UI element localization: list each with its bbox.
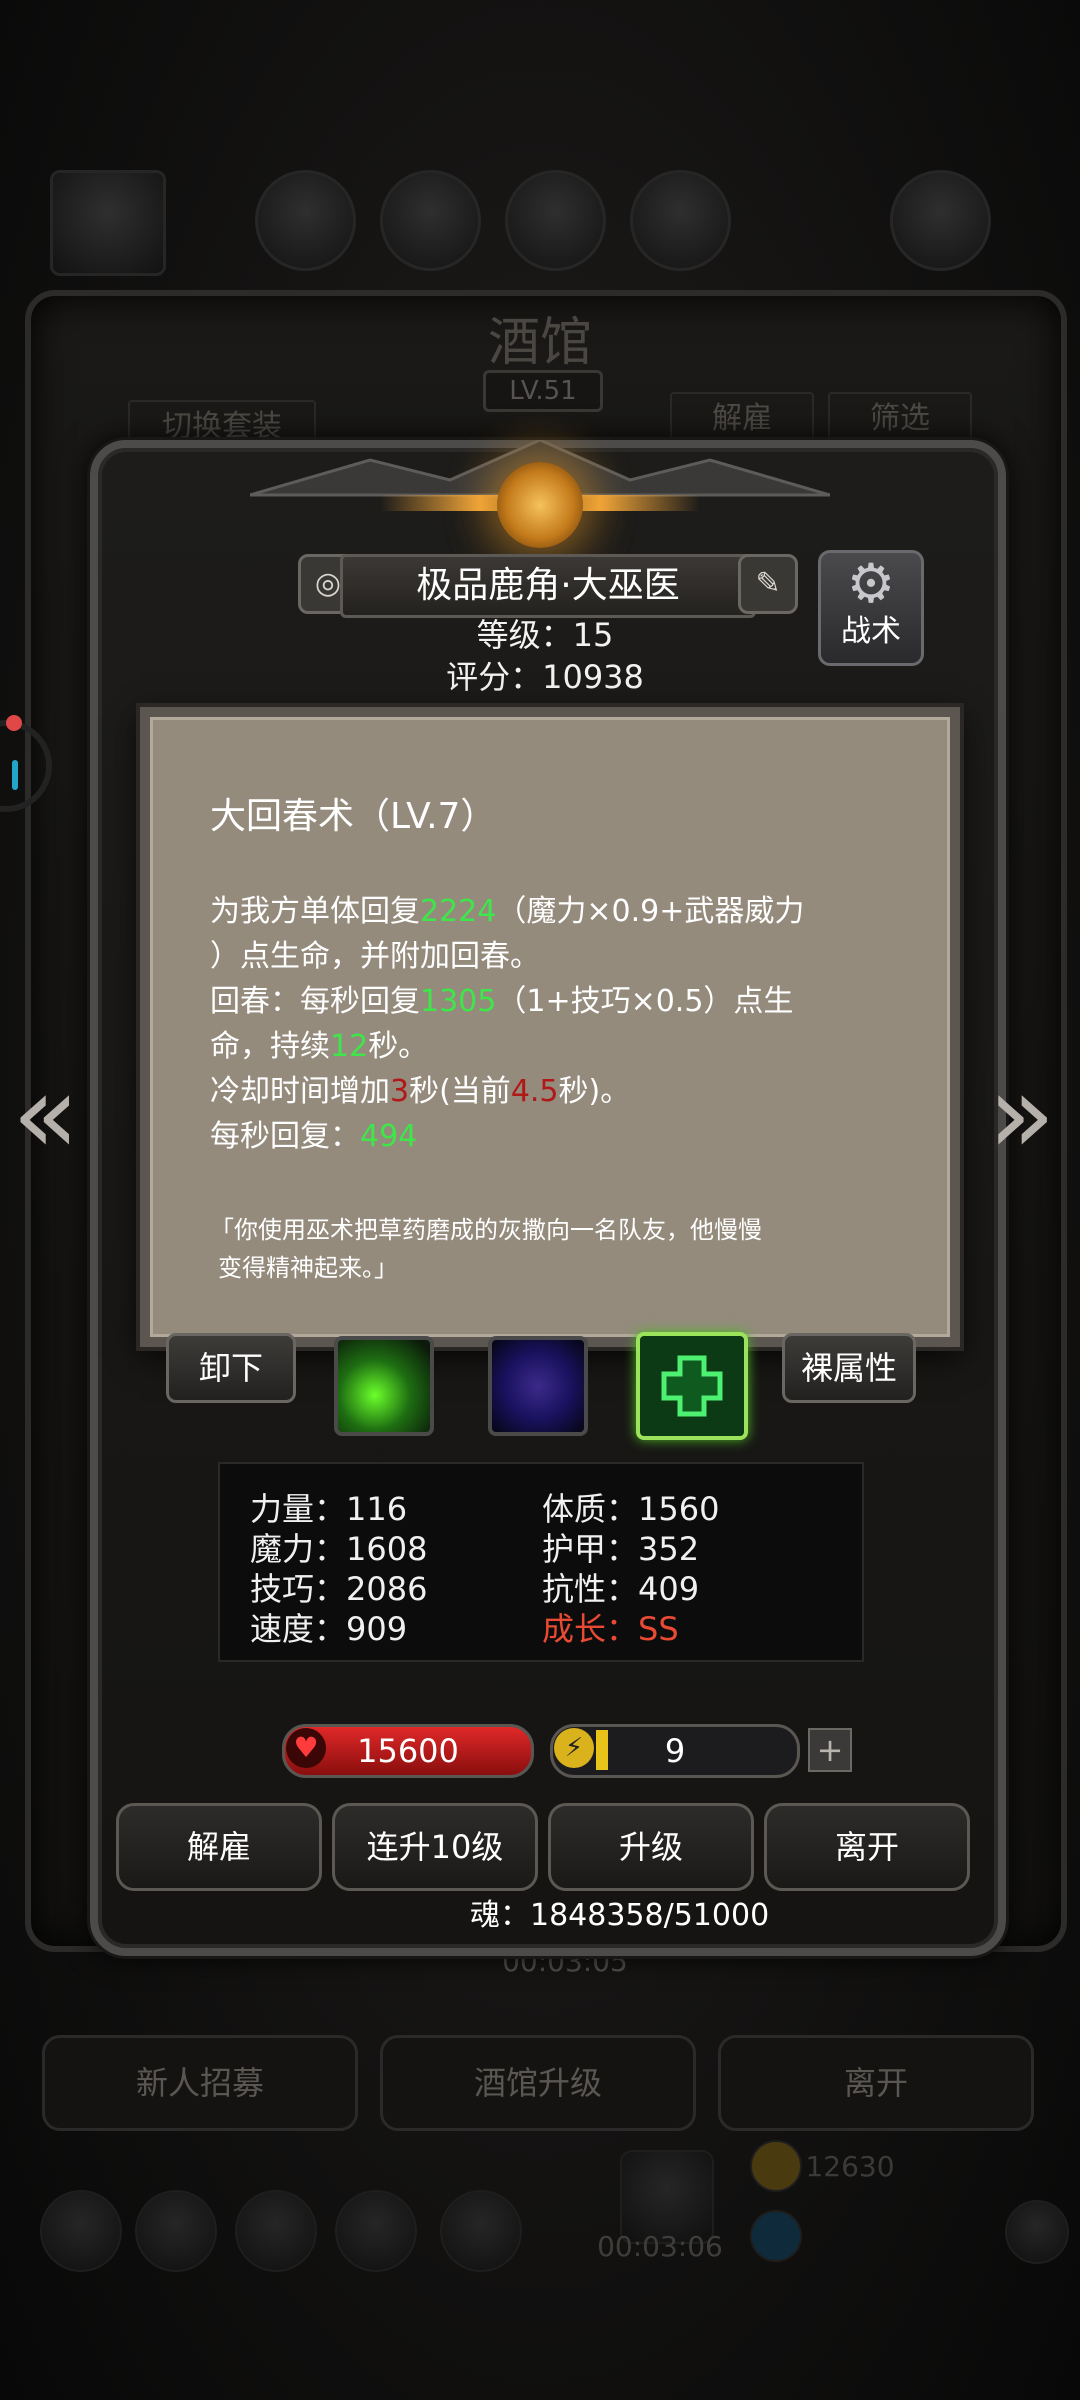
edit-icon[interactable]: ✎ xyxy=(738,554,798,614)
menu-icon[interactable] xyxy=(335,2190,417,2272)
skill-line: 回春：每秒回复1305（1+技巧×0.5）点生 xyxy=(210,984,794,1019)
gem-icon xyxy=(750,2210,802,2262)
skill-tooltip: 大回春术（LV.7） 为我方单体回复2224（魔力×0.9+武器威力 ）点生命，… xyxy=(140,707,960,1347)
attr-speed: 速度：909 xyxy=(250,1610,408,1648)
gear-icon: ⚙ xyxy=(846,552,896,615)
portrait-icon xyxy=(50,170,166,276)
filter-tab[interactable]: 筛选 xyxy=(828,392,972,446)
lightning-icon: ⚡ xyxy=(554,1728,594,1768)
timer-bottom: 00:03:06 xyxy=(597,2230,723,2263)
attribute-panel: 力量：116 魔力：1608 技巧：2086 速度：909 体质：1560 护甲… xyxy=(218,1462,864,1662)
hero-slot-icon xyxy=(505,170,606,271)
hero-slot-icon xyxy=(255,170,356,271)
skill-line: 为我方单体回复2224（魔力×0.9+武器威力 xyxy=(210,894,805,929)
hero-slot-icon xyxy=(630,170,731,271)
leave-button[interactable]: 离开 xyxy=(764,1803,970,1891)
tavern-upgrade-button[interactable]: 酒馆升级 xyxy=(380,2035,696,2131)
soul-counter: 魂：1848358/51000 xyxy=(470,1898,770,1933)
skill-title: 大回春术（LV.7） xyxy=(210,796,497,837)
hero-score: 评分：10938 xyxy=(446,658,644,696)
skill-line: ）点生命，并附加回春。 xyxy=(210,939,540,974)
skill-line: 命，持续12秒。 xyxy=(210,1029,429,1064)
notification-dot xyxy=(6,715,22,731)
previous-hero-arrow-icon[interactable]: « xyxy=(12,1050,79,1178)
background-top-icons xyxy=(40,160,1040,276)
level-up-button[interactable]: 升级 xyxy=(548,1803,754,1891)
menu-icon[interactable] xyxy=(40,2190,122,2272)
skill-description: 为我方单体回复2224（魔力×0.9+武器威力 ）点生命，并附加回春。 回春：每… xyxy=(210,889,910,1159)
level-up-10-button[interactable]: 连升10级 xyxy=(332,1803,538,1891)
skill-line: 冷却时间增加3秒(当前4.5秒)。 xyxy=(210,1074,631,1109)
leave-tavern-button[interactable]: 离开 xyxy=(718,2035,1034,2131)
hero-slot-icon xyxy=(380,170,481,271)
attr-growth: 成长：SS xyxy=(542,1610,679,1648)
hero-name: 极品鹿角·大巫医 xyxy=(340,554,756,618)
skill-flavor-text: 「你使用巫术把草药磨成的灰撒向一名队友，他慢慢 变得精神起来。」 xyxy=(210,1216,762,1282)
energy-fill xyxy=(596,1730,608,1770)
unequip-button[interactable]: 卸下 xyxy=(166,1333,296,1403)
tactics-button[interactable]: ⚙ 战术 xyxy=(818,550,924,666)
menu-icon[interactable] xyxy=(235,2190,317,2272)
add-energy-button[interactable]: + xyxy=(808,1728,852,1772)
tavern-title: 酒馆 xyxy=(487,313,592,373)
dismiss-button[interactable]: 解雇 xyxy=(116,1803,322,1891)
skill-slot-heal-icon[interactable] xyxy=(636,1332,748,1440)
heal-cross-icon xyxy=(661,1355,723,1417)
skill-slot-nature-icon[interactable] xyxy=(334,1336,434,1436)
recruit-button[interactable]: 新人招募 xyxy=(42,2035,358,2131)
rank-emblem-icon xyxy=(497,462,583,548)
hero-level: 等级：15 xyxy=(476,616,614,654)
next-hero-arrow-icon[interactable]: » xyxy=(988,1050,1055,1178)
menu-icon[interactable] xyxy=(440,2190,522,2272)
hero-slot-icon xyxy=(890,170,991,271)
skill-slot-shadow-icon[interactable] xyxy=(488,1336,588,1436)
naked-attributes-button[interactable]: 裸属性 xyxy=(782,1333,916,1403)
dismiss-tab[interactable]: 解雇 xyxy=(670,392,814,446)
coin-count: 12630 xyxy=(805,2150,895,2183)
tavern-level: LV.51 xyxy=(483,370,603,412)
side-progress-arc xyxy=(12,760,18,790)
heart-icon: ♥ xyxy=(286,1728,326,1768)
tactics-label: 战术 xyxy=(841,614,901,649)
skill-line: 每秒回复：494 xyxy=(210,1119,418,1154)
settings-icon[interactable] xyxy=(1005,2200,1069,2264)
menu-icon[interactable] xyxy=(135,2190,217,2272)
